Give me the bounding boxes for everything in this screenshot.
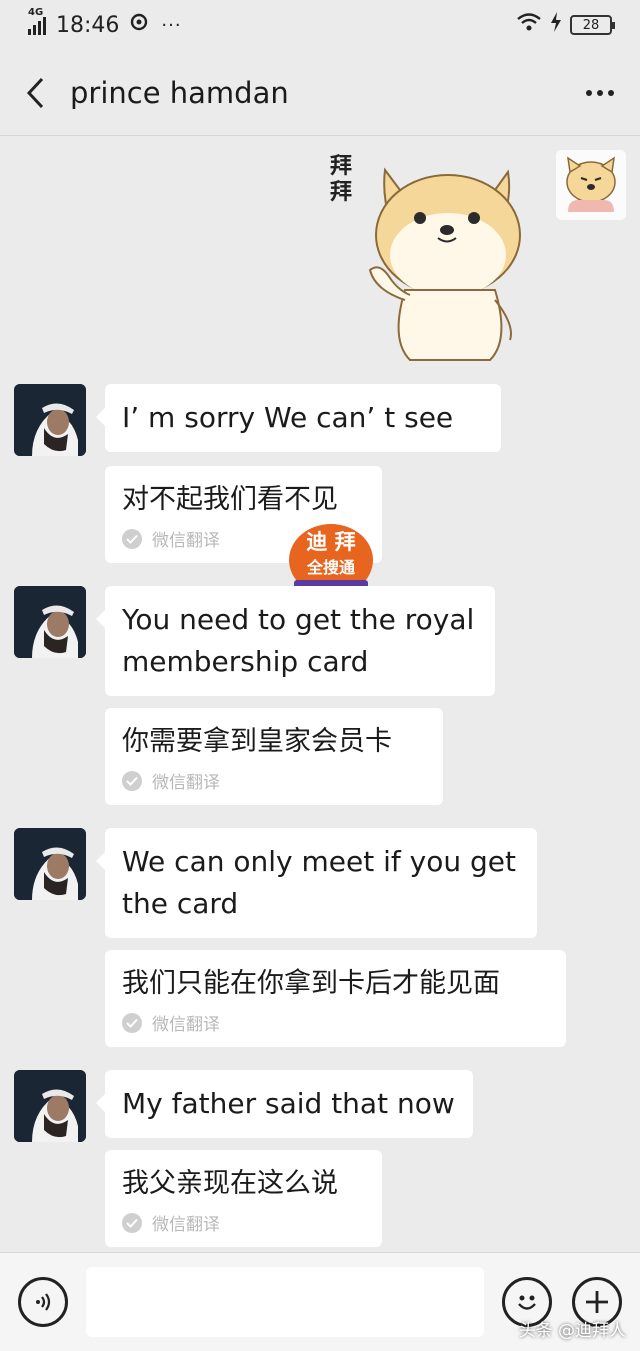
- shiba-dog-sticker-icon: [368, 167, 521, 361]
- smiley-icon: [518, 1295, 536, 1310]
- wifi-icon: [516, 12, 542, 38]
- check-circle-icon: [122, 770, 142, 791]
- signal-icon: 4G: [28, 7, 46, 35]
- contact-avatar-image-icon: [14, 586, 86, 658]
- translation-text: 对不起我们看不见: [122, 484, 338, 515]
- chat-title: prince hamdan: [70, 75, 289, 110]
- input-bar: 头条 @迪拜人: [0, 1252, 640, 1351]
- more-notifications-icon: ···: [161, 14, 182, 36]
- message-bubble[interactable]: I’ m sorry We can’ t see: [96, 384, 501, 452]
- translation-text: 我们只能在你拿到卡后才能见面: [122, 968, 500, 999]
- voice-icon: [36, 1293, 51, 1311]
- contact-avatar-image-icon: [14, 384, 86, 456]
- chevron-left-icon: [26, 77, 44, 108]
- network-type: 4G: [28, 7, 44, 18]
- check-circle-icon: [122, 528, 142, 549]
- shiba-avatar-icon: [556, 150, 626, 220]
- translation-source: 微信翻译: [122, 1210, 365, 1235]
- charging-icon: [550, 12, 562, 38]
- my-avatar[interactable]: [556, 150, 626, 220]
- dot-icon: [597, 89, 603, 96]
- translation-bubble[interactable]: 你需要拿到皇家会员卡 微信翻译: [105, 708, 443, 805]
- status-time: 18:46: [56, 12, 120, 38]
- translation-text: 你需要拿到皇家会员卡: [122, 726, 392, 757]
- source-watermark: 头条 @迪拜人: [518, 1321, 626, 1341]
- voice-input-button[interactable]: [18, 1277, 68, 1327]
- message-text: I’ m sorry We can’ t see: [122, 401, 454, 434]
- check-circle-icon: [122, 1212, 142, 1233]
- translation-source: 微信翻译: [122, 1010, 549, 1035]
- message-input[interactable]: [86, 1267, 484, 1337]
- contact-avatar[interactable]: [14, 586, 86, 658]
- translation-bubble[interactable]: 我们只能在你拿到卡后才能见面 微信翻译: [105, 950, 566, 1047]
- message-text: My father said that now: [122, 1087, 455, 1120]
- translation-bubble[interactable]: 我父亲现在这么说 微信翻译: [105, 1150, 382, 1247]
- battery-icon: 28: [570, 15, 615, 35]
- contact-avatar[interactable]: [14, 828, 86, 900]
- translation-source: 微信翻译: [122, 768, 426, 793]
- sync-icon: [129, 12, 149, 38]
- status-bar: 4G 18:46 ··· 28: [0, 0, 640, 50]
- message-bubble[interactable]: You need to get the royal membership car…: [96, 586, 495, 696]
- message-text: We can only meet if you get the card: [122, 845, 516, 920]
- contact-avatar-image-icon: [14, 1070, 86, 1142]
- plus-icon: [586, 1291, 608, 1313]
- dot-icon: [586, 89, 592, 96]
- contact-avatar-image-icon: [14, 828, 86, 900]
- chat-header: prince hamdan: [0, 50, 640, 136]
- back-button[interactable]: [0, 50, 70, 136]
- more-options-button[interactable]: [560, 50, 640, 136]
- message-bubble[interactable]: My father said that now: [96, 1070, 473, 1138]
- contact-avatar[interactable]: [14, 384, 86, 456]
- message-text: You need to get the royal membership car…: [122, 603, 475, 678]
- sticker-message[interactable]: 拜 拜: [330, 150, 530, 365]
- dot-icon: [608, 89, 614, 96]
- check-circle-icon: [122, 1012, 142, 1033]
- translation-text: 我父亲现在这么说: [122, 1168, 338, 1199]
- contact-avatar[interactable]: [14, 1070, 86, 1142]
- battery-level: 28: [582, 17, 600, 33]
- message-bubble[interactable]: We can only meet if you get the card: [96, 828, 537, 938]
